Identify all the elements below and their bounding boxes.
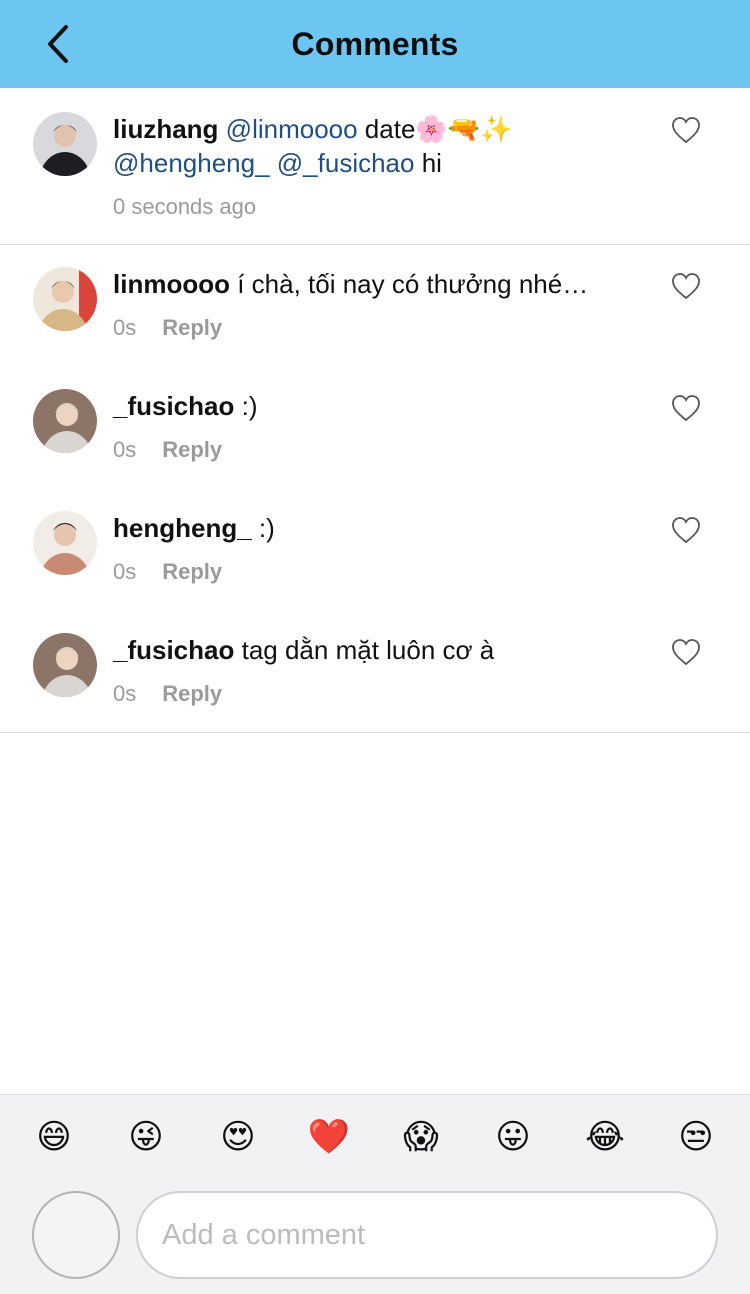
heart-icon[interactable] xyxy=(671,116,701,144)
comment-item: hengheng_ :) 0s Reply xyxy=(0,489,750,611)
reply-button[interactable]: Reply xyxy=(162,437,222,463)
avatar[interactable] xyxy=(33,267,97,331)
comment-meta: 0s Reply xyxy=(113,681,653,707)
chevron-left-icon xyxy=(48,25,68,63)
comment-time: 0s xyxy=(113,681,137,706)
comment-body: í chà, tối nay có thưởng nhé… xyxy=(229,269,589,299)
emoji-unamused-button[interactable]: 😒 xyxy=(674,1115,718,1159)
comment-body: date🌸🔫✨ xyxy=(357,114,513,144)
back-button[interactable] xyxy=(36,22,80,66)
emoji-wink-tongue-button[interactable]: 😜 xyxy=(124,1115,168,1159)
comment-item: liuzhang @linmoooo date🌸🔫✨ @hengheng_ @_… xyxy=(0,88,750,244)
comment-item: _fusichao :) 0s Reply xyxy=(0,367,750,489)
comment-item: linmoooo í chà, tối nay có thưởng nhé… 0… xyxy=(0,245,750,367)
heart-icon[interactable] xyxy=(671,394,701,422)
heart-icon[interactable] xyxy=(671,516,701,544)
mention-link[interactable]: @hengheng_ xyxy=(113,148,270,178)
header-bar: Comments xyxy=(0,0,750,88)
avatar[interactable] xyxy=(33,511,97,575)
comment-item: _fusichao tag dằn mặt luôn cơ à 0s Reply xyxy=(0,611,750,732)
reply-button[interactable]: Reply xyxy=(162,315,222,341)
comment-meta: 0 seconds ago xyxy=(113,194,653,220)
avatar xyxy=(32,1191,120,1279)
comment-text: linmoooo í chà, tối nay có thưởng nhé… xyxy=(113,267,653,301)
comment-composer-bar: 😄 😜 😍 ❤️ 😱 😛 😂 😒 xyxy=(0,1094,750,1294)
comment-body: hi xyxy=(414,148,442,178)
comment-time: 0 seconds ago xyxy=(113,194,257,219)
heart-icon[interactable] xyxy=(671,272,701,300)
emoji-scream-button[interactable]: 😱 xyxy=(399,1115,443,1159)
comment-text: _fusichao tag dằn mặt luôn cơ à xyxy=(113,633,653,667)
comment-username[interactable]: liuzhang xyxy=(113,114,218,144)
comment-meta: 0s Reply xyxy=(113,315,653,341)
emoji-heart-eyes-button[interactable]: 😍 xyxy=(216,1115,260,1159)
comment-body: :) xyxy=(251,513,275,543)
comment-text: hengheng_ :) xyxy=(113,511,653,545)
comment-text: liuzhang @linmoooo date🌸🔫✨ @hengheng_ @_… xyxy=(113,112,653,180)
emoji-tongue-button[interactable]: 😛 xyxy=(491,1115,535,1159)
mention-link[interactable]: @linmoooo xyxy=(226,114,358,144)
comment-username[interactable]: _fusichao xyxy=(113,391,234,421)
comment-time: 0s xyxy=(113,559,137,584)
emoji-quick-bar: 😄 😜 😍 ❤️ 😱 😛 😂 😒 xyxy=(0,1115,750,1165)
reply-button[interactable]: Reply xyxy=(162,559,222,585)
comment-username[interactable]: _fusichao xyxy=(113,635,234,665)
avatar[interactable] xyxy=(33,633,97,697)
comment-time: 0s xyxy=(113,437,137,462)
comment-body: tag dằn mặt luôn cơ à xyxy=(234,635,495,665)
emoji-joy-button[interactable]: 😂 xyxy=(583,1115,627,1159)
comment-time: 0s xyxy=(113,315,137,340)
comment-username[interactable]: hengheng_ xyxy=(113,513,252,543)
emoji-grinning-button[interactable]: 😄 xyxy=(32,1115,76,1159)
heart-icon[interactable] xyxy=(671,638,701,666)
avatar[interactable] xyxy=(33,389,97,453)
comment-username[interactable]: linmoooo xyxy=(113,269,230,299)
comment-meta: 0s Reply xyxy=(113,437,653,463)
mention-link[interactable]: @_fusichao xyxy=(277,148,415,178)
comment-body: :) xyxy=(234,391,258,421)
divider xyxy=(0,732,750,733)
page-title: Comments xyxy=(291,25,459,62)
comment-input[interactable] xyxy=(136,1191,718,1279)
comment-meta: 0s Reply xyxy=(113,559,653,585)
comment-text: _fusichao :) xyxy=(113,389,653,423)
reply-button[interactable]: Reply xyxy=(162,681,222,707)
emoji-red-heart-button[interactable]: ❤️ xyxy=(307,1115,351,1159)
avatar[interactable] xyxy=(33,112,97,176)
